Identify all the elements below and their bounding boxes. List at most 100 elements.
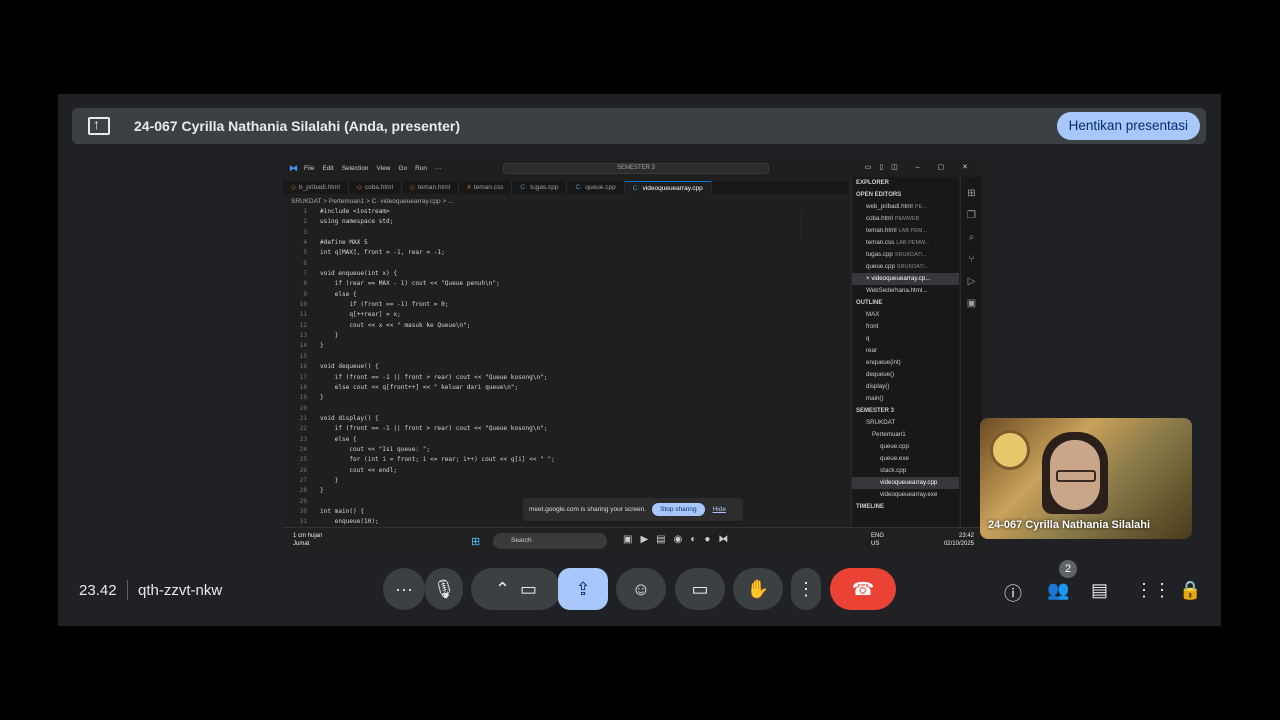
outline-item[interactable]: display() bbox=[852, 381, 959, 393]
minimap[interactable] bbox=[801, 210, 815, 240]
code-line[interactable]: 17 if (front == -1 || front > rear) cout… bbox=[283, 374, 848, 384]
system-clock[interactable]: 23:42 02/10/2025 bbox=[944, 532, 974, 548]
code-line[interactable]: 7 void enqueue(int x) { bbox=[283, 270, 848, 280]
editor-tab[interactable]: C· videoqueuearray.cpp bbox=[624, 181, 712, 194]
extensions-icon[interactable]: ⊞ bbox=[961, 188, 982, 199]
window-controls[interactable]: ▭▯◫ – ▢ ✕ bbox=[865, 163, 976, 171]
stop-presenting-button[interactable]: Hentikan presentasi bbox=[1056, 112, 1200, 140]
breadcrumb[interactable]: SRUKDAT > Pertemuan1 > C· videoqueuearra… bbox=[291, 198, 453, 205]
present-button[interactable]: ⇪ bbox=[558, 568, 608, 610]
mic-button[interactable]: 🎙 bbox=[425, 568, 463, 610]
chat-icon[interactable]: ▤ bbox=[1091, 580, 1108, 601]
windows-start-icon[interactable]: ⊞ bbox=[471, 535, 480, 548]
open-editor-item[interactable]: teman.html LAB PEM... bbox=[852, 225, 959, 237]
host-controls-icon[interactable]: 🔒 bbox=[1179, 580, 1201, 601]
code-line[interactable]: 27 } bbox=[283, 477, 848, 487]
code-line[interactable]: 24 cout << "Isi queue: "; bbox=[283, 446, 848, 456]
more-options-button[interactable]: ··· bbox=[383, 568, 425, 610]
people-icon[interactable]: 👥 bbox=[1047, 580, 1069, 601]
open-editor-item[interactable]: web_pribadi.html PE... bbox=[852, 201, 959, 213]
editor-tab[interactable]: # teman.css bbox=[459, 181, 513, 194]
folder-title[interactable]: SEMESTER 3 bbox=[852, 405, 959, 417]
code-line[interactable]: 6 bbox=[283, 260, 848, 270]
open-editor-item[interactable]: queue.cpp SRUKDAT\... bbox=[852, 261, 959, 273]
file-item[interactable]: queue.exe bbox=[852, 453, 959, 465]
code-line[interactable]: 11 q[++rear] = x; bbox=[283, 311, 848, 321]
code-line[interactable]: 19} bbox=[283, 394, 848, 404]
outline-item[interactable]: rear bbox=[852, 345, 959, 357]
menu-item[interactable]: View bbox=[376, 165, 390, 172]
open-editor-item[interactable]: teman.css LAB PEMW... bbox=[852, 237, 959, 249]
file-item[interactable]: stack.cpp bbox=[852, 465, 959, 477]
stop-sharing-button[interactable]: Stop sharing bbox=[652, 503, 705, 516]
code-line[interactable]: 5 int q[MAX], front = -1, rear = -1; bbox=[283, 249, 848, 259]
search-icon[interactable]: ⌕ bbox=[961, 232, 982, 243]
folder-pertemuan1[interactable]: Pertemuan1 bbox=[852, 429, 959, 441]
code-line[interactable]: 1 #include <iostream> bbox=[283, 208, 848, 218]
code-line[interactable]: 18 else cout << q[front++] << " keluar d… bbox=[283, 384, 848, 394]
outline-item[interactable]: q bbox=[852, 333, 959, 345]
code-line[interactable]: 13 } bbox=[283, 332, 848, 342]
more-vert-button[interactable]: ⋮ bbox=[791, 568, 821, 610]
menu-item[interactable]: Selection bbox=[342, 165, 369, 172]
open-editor-item[interactable]: WebSederhana.html... bbox=[852, 285, 959, 297]
activities-icon[interactable]: ⋮⋮ bbox=[1135, 580, 1171, 601]
file-item[interactable]: queue.cpp bbox=[852, 441, 959, 453]
editor-tab[interactable]: ◇ teman.html bbox=[402, 181, 460, 194]
code-line[interactable]: 22 if (front == -1 || front > rear) cout… bbox=[283, 425, 848, 435]
open-editor-item[interactable]: × videoqueuearray.cp... bbox=[852, 273, 959, 285]
menu-item[interactable]: ··· bbox=[435, 165, 442, 172]
taskbar-apps[interactable]: ▣▶▤◉◐●⧓ bbox=[623, 534, 736, 545]
code-line[interactable]: 12 cout << x << " masuk ke Queue\n"; bbox=[283, 322, 848, 332]
editor-tab[interactable]: ◇ b_pribadi.html bbox=[283, 181, 349, 194]
participant-video-tile[interactable]: 24-067 Cyrilla Nathania Silalahi bbox=[980, 418, 1192, 539]
code-line[interactable]: 25 for (int i = front; i <= rear; i++) c… bbox=[283, 456, 848, 466]
taskbar-search[interactable]: Search bbox=[493, 533, 607, 549]
menu-item[interactable]: Run bbox=[415, 165, 427, 172]
outline-item[interactable]: MAX bbox=[852, 309, 959, 321]
reactions-button[interactable]: ☺ bbox=[616, 568, 666, 610]
open-editors-title[interactable]: OPEN EDITORS bbox=[852, 189, 959, 201]
menu-item[interactable]: Go bbox=[398, 165, 407, 172]
code-line[interactable]: 10 if (front == -1) front = 0; bbox=[283, 301, 848, 311]
raise-hand-button[interactable]: ✋ bbox=[733, 568, 783, 610]
code-line[interactable]: 2 using namespace std; bbox=[283, 218, 848, 228]
outline-item[interactable]: main() bbox=[852, 393, 959, 405]
source-control-icon[interactable]: ⑂ bbox=[961, 254, 982, 265]
code-line[interactable]: 9 else { bbox=[283, 291, 848, 301]
code-line[interactable]: 15 bbox=[283, 353, 848, 363]
editor-tab[interactable]: C· tugas.cpp bbox=[512, 181, 568, 194]
editor-tab[interactable]: C· queue.cpp bbox=[567, 181, 625, 194]
code-line[interactable]: 16 void dequeue() { bbox=[283, 363, 848, 373]
language-indicator[interactable]: ENG US bbox=[871, 532, 884, 548]
explorer-icon[interactable]: ❐ bbox=[961, 210, 982, 221]
code-line[interactable]: 14} bbox=[283, 342, 848, 352]
code-line[interactable]: 21 void display() { bbox=[283, 415, 848, 425]
menu-item[interactable]: File bbox=[304, 165, 314, 172]
menu-item[interactable]: Edit bbox=[322, 165, 333, 172]
timeline-title[interactable]: TIMELINE bbox=[852, 501, 959, 513]
camera-button[interactable]: ⌃ ▭ bbox=[471, 568, 561, 610]
info-icon[interactable]: ⓘ bbox=[1004, 580, 1022, 606]
command-center-search[interactable]: SEMESTER 3 bbox=[503, 163, 769, 174]
code-editor[interactable]: 1 #include <iostream> 2 using namespace std… bbox=[283, 208, 848, 526]
code-line[interactable]: 23 else { bbox=[283, 436, 848, 446]
open-editor-item[interactable]: coba.html PEMWEB bbox=[852, 213, 959, 225]
file-item[interactable]: videoqueuearray.cpp bbox=[852, 477, 959, 489]
outline-item[interactable]: enqueue(int) bbox=[852, 357, 959, 369]
outline-item[interactable]: dequeue() bbox=[852, 369, 959, 381]
remote-icon[interactable]: ▣ bbox=[961, 298, 982, 309]
code-line[interactable]: 28} bbox=[283, 487, 848, 497]
outline-title[interactable]: OUTLINE bbox=[852, 297, 959, 309]
folder-srukdat[interactable]: SRUKDAT bbox=[852, 417, 959, 429]
outline-item[interactable]: front bbox=[852, 321, 959, 333]
code-line[interactable]: 3 bbox=[283, 229, 848, 239]
code-line[interactable]: 4 #define MAX 5 bbox=[283, 239, 848, 249]
open-editor-item[interactable]: tugas.cpp SRUKDAT\... bbox=[852, 249, 959, 261]
file-item[interactable]: videoqueuearray.exe bbox=[852, 489, 959, 501]
captions-button[interactable]: ▭ bbox=[675, 568, 725, 610]
run-debug-icon[interactable]: ▷ bbox=[961, 276, 982, 287]
leave-call-button[interactable]: ☎ bbox=[830, 568, 896, 610]
code-line[interactable]: 26 cout << endl; bbox=[283, 467, 848, 477]
editor-tab[interactable]: ◇ coba.html bbox=[349, 181, 403, 194]
